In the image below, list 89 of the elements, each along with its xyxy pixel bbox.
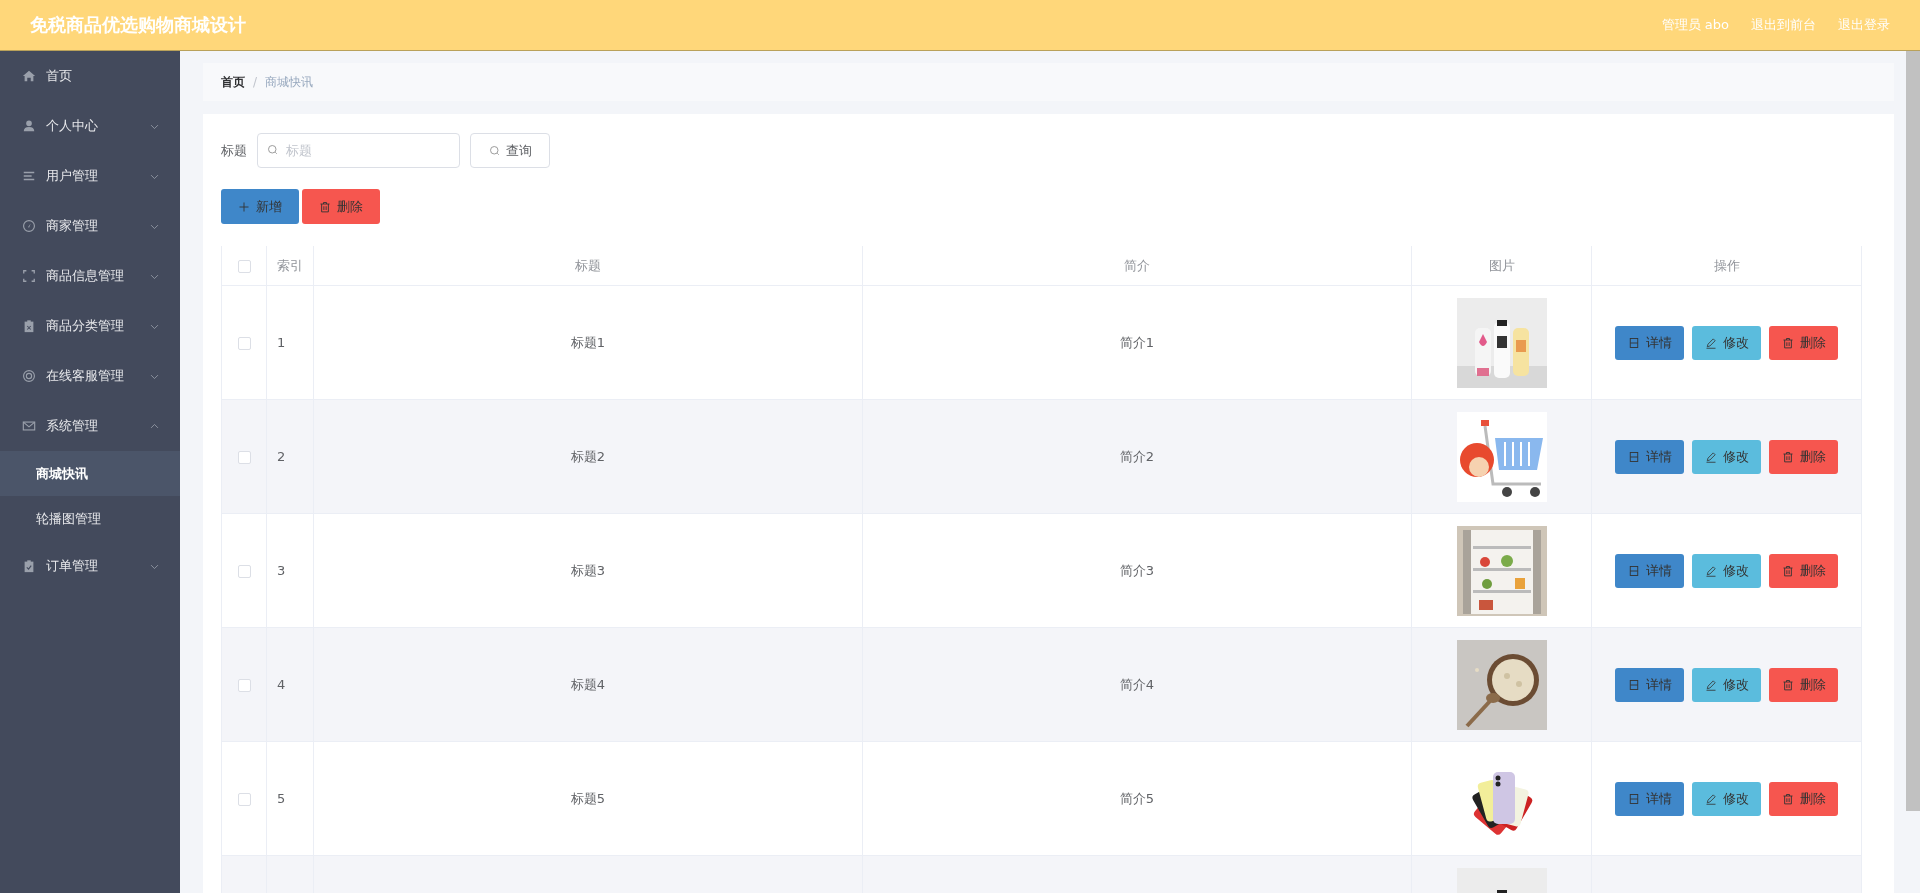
table-cell: 标题3 [570, 562, 606, 578]
detail-button[interactable]: 详情 [1615, 553, 1684, 588]
document-icon [1627, 564, 1640, 577]
table-cell: 标题4 [570, 676, 606, 692]
table-cell: 4 [277, 677, 286, 692]
sidebar-item[interactable]: 商品信息管理 [0, 251, 180, 301]
trash-icon [1781, 678, 1794, 691]
home-icon [22, 69, 36, 83]
sidebar-item[interactable]: 在线客服管理 [0, 351, 180, 401]
pencil-icon [1704, 792, 1717, 805]
select-all-checkbox[interactable] [237, 260, 251, 273]
delete-button[interactable]: 删除 [1769, 781, 1838, 816]
sidebar-item[interactable]: 订单管理 [0, 541, 180, 591]
menu-icon [22, 169, 36, 183]
pencil-icon [1704, 564, 1717, 577]
submenu-item[interactable]: 商城快讯 [0, 451, 180, 496]
row-checkbox[interactable] [237, 451, 251, 464]
table-cell: 2 [277, 449, 286, 464]
detail-button[interactable]: 详情 [1615, 439, 1684, 474]
scrollbar[interactable] [1906, 51, 1920, 811]
edit-button[interactable]: 修改 [1692, 325, 1761, 360]
edit-button[interactable]: 修改 [1692, 553, 1761, 588]
row-checkbox[interactable] [237, 679, 251, 692]
document-icon [1627, 450, 1640, 463]
submenu-item[interactable]: 轮播图管理 [0, 496, 180, 541]
table-cell: 1 [277, 335, 286, 350]
plus-icon [238, 200, 250, 213]
detail-button[interactable]: 详情 [1615, 781, 1684, 816]
frame-icon [22, 269, 36, 283]
row-checkbox[interactable] [237, 565, 251, 578]
compass-icon [22, 219, 36, 233]
table-cell: 简介1 [1119, 334, 1155, 350]
mail-icon [22, 419, 36, 433]
sidebar-item[interactable]: 商品分类管理 [0, 301, 180, 351]
column-header: 索引 [277, 257, 303, 273]
query-button[interactable]: 查询 [470, 133, 550, 168]
search-field[interactable]: 标题 [257, 133, 460, 168]
table-cell: 简介5 [1119, 790, 1155, 806]
sidebar-item[interactable]: 商家管理 [0, 201, 180, 251]
edit-button[interactable]: 修改 [1692, 439, 1761, 474]
clipboard-icon [22, 319, 36, 333]
document-icon [1627, 336, 1640, 349]
sidebar-item[interactable]: 用户管理 [0, 151, 180, 201]
edit-button[interactable]: 修改 [1692, 781, 1761, 816]
column-header: 操作 [1713, 257, 1740, 273]
search-icon [267, 144, 279, 156]
sidebar-item[interactable]: 个人中心 [0, 101, 180, 151]
delete-button[interactable]: 删除 [302, 189, 380, 224]
table-cell: 简介3 [1119, 562, 1155, 578]
detail-button[interactable]: 详情 [1615, 667, 1684, 702]
row-checkbox[interactable] [237, 337, 251, 350]
table-cell: 3 [277, 563, 286, 578]
delete-button[interactable]: 删除 [1769, 667, 1838, 702]
detail-button[interactable]: 详情 [1615, 325, 1684, 360]
trash-icon [1781, 450, 1794, 463]
sidebar-item[interactable]: 系统管理 [0, 401, 180, 451]
delete-button[interactable]: 删除 [1769, 325, 1838, 360]
add-button[interactable]: 新增 [221, 189, 299, 224]
table-cell: 5 [277, 791, 286, 806]
trash-icon [1781, 336, 1794, 349]
trash-icon [1781, 564, 1794, 577]
document-icon [1627, 792, 1640, 805]
edit-button[interactable]: 修改 [1692, 667, 1761, 702]
breadcrumb-separator: / [253, 75, 258, 89]
column-header: 简介 [1124, 257, 1150, 273]
column-header: 图片 [1488, 257, 1515, 273]
pencil-icon [1704, 336, 1717, 349]
app-title: 免税商品优选购物商城设计 [30, 13, 246, 37]
table-cell: 标题5 [570, 790, 606, 806]
table-cell: 简介2 [1119, 448, 1155, 464]
column-header: 标题 [575, 257, 601, 273]
search-label: 标题 [221, 141, 247, 160]
pencil-icon [1704, 450, 1717, 463]
user-icon [22, 119, 36, 133]
table-cell: 标题2 [570, 448, 606, 464]
document-icon [1627, 678, 1640, 691]
pencil-icon [1704, 678, 1717, 691]
sidebar-item[interactable]: 首页 [0, 51, 180, 101]
row-checkbox[interactable] [237, 793, 251, 806]
table-cell: 标题1 [570, 334, 606, 350]
search-icon [488, 144, 501, 157]
trash-icon [1781, 792, 1794, 805]
trash-icon [319, 200, 331, 213]
clipboard-icon [22, 559, 36, 573]
lifebuoy-icon [22, 369, 36, 383]
table-cell: 简介4 [1119, 676, 1155, 692]
delete-button[interactable]: 删除 [1769, 439, 1838, 474]
delete-button[interactable]: 删除 [1769, 553, 1838, 588]
breadcrumb-link[interactable]: 首页 [221, 73, 245, 91]
